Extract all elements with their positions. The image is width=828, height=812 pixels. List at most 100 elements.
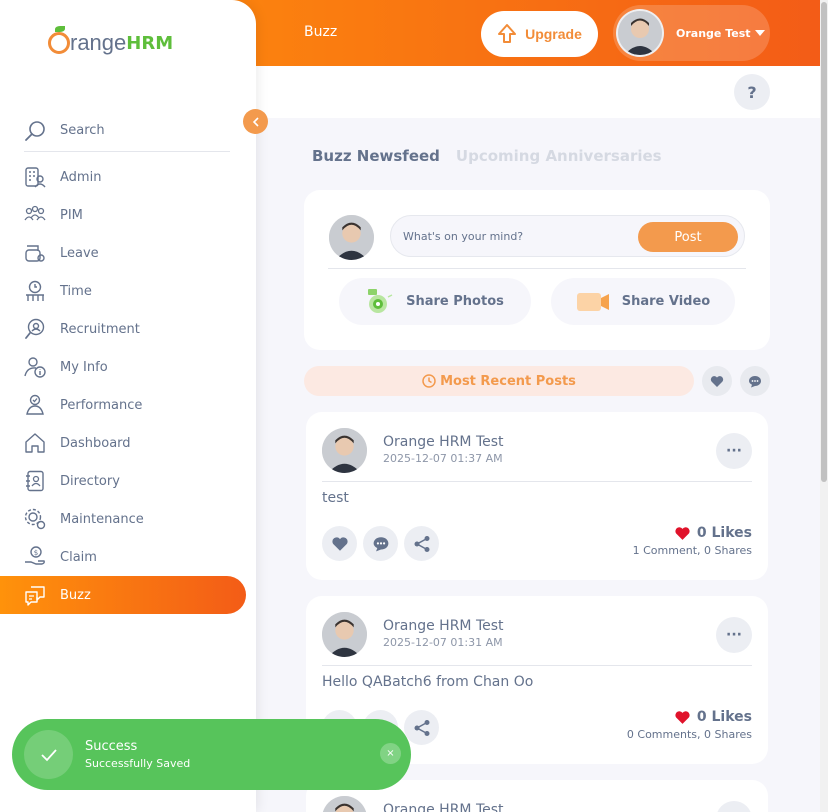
scrollbar-thumb[interactable]: [821, 2, 827, 482]
my-info-icon: [24, 356, 46, 378]
post-counts: 1 Comment, 0 Shares: [632, 544, 752, 557]
post-divider: [322, 665, 752, 666]
sidebar-item-label: Dashboard: [60, 435, 131, 451]
comment-icon: [749, 375, 761, 387]
composer-avatar: [329, 215, 374, 260]
post-options-button[interactable]: ···: [716, 433, 752, 469]
sidebar-search-input[interactable]: [60, 123, 200, 138]
help-button[interactable]: ?: [734, 74, 770, 110]
sidebar-item-dashboard[interactable]: Dashboard: [0, 424, 246, 462]
sidebar-item-label: PIM: [60, 207, 83, 223]
most-recent-posts-button[interactable]: Most Recent Posts: [304, 366, 694, 396]
recruitment-icon: [24, 318, 46, 340]
share-photos-button[interactable]: Share Photos: [339, 278, 531, 325]
clock-icon: [422, 374, 436, 388]
share-video-button[interactable]: Share Video: [551, 278, 735, 325]
comments-count[interactable]: 1 Comment: [633, 544, 697, 557]
post-likes: 0 Likes: [674, 525, 752, 541]
share-button[interactable]: [404, 526, 439, 561]
sidebar-item-claim[interactable]: $ Claim: [0, 538, 246, 576]
dashboard-icon: [24, 432, 46, 454]
user-name: Orange Test: [676, 26, 751, 40]
share-button[interactable]: [404, 710, 439, 745]
post-date: 2025-12-07 01:31 AM: [383, 636, 503, 649]
post-author-avatar[interactable]: [322, 796, 367, 812]
toast-close-button[interactable]: ×: [380, 743, 401, 764]
post-input-wrapper: Post: [390, 215, 745, 257]
shares-count[interactable]: 0 Shares: [704, 544, 752, 557]
comments-count[interactable]: 0 Comments: [627, 728, 697, 741]
post-options-button[interactable]: ···: [716, 617, 752, 653]
post-input[interactable]: [403, 216, 633, 256]
sidebar-item-label: Admin: [60, 169, 102, 185]
sidebar-item-recruitment[interactable]: Recruitment: [0, 310, 246, 348]
sidebar-item-performance[interactable]: Performance: [0, 386, 246, 424]
post-author-name: Orange HRM Test: [383, 802, 504, 812]
check-icon: [24, 730, 73, 779]
sidebar-item-leave[interactable]: Leave: [0, 234, 246, 272]
post-author-name: Orange HRM Test: [383, 618, 504, 634]
sidebar-item-label: Claim: [60, 549, 97, 565]
shares-count[interactable]: 0 Shares: [704, 728, 752, 741]
post-composer: Post Share Photos Share Video: [304, 190, 770, 350]
sidebar-item-maintenance[interactable]: Maintenance: [0, 500, 246, 538]
toast-title: Success: [85, 739, 138, 754]
most-liked-filter-button[interactable]: [702, 366, 732, 396]
maintenance-icon: [24, 508, 46, 530]
post-author-avatar[interactable]: [322, 428, 367, 473]
time-icon: [24, 280, 46, 302]
buzz-tabs: Buzz Newsfeed Upcoming Anniversaries: [312, 147, 662, 165]
upgrade-button[interactable]: Upgrade: [481, 11, 598, 57]
sidebar-collapse-button[interactable]: [243, 109, 268, 134]
comment-button[interactable]: [363, 526, 398, 561]
upgrade-arrow-icon: [498, 24, 517, 43]
sidebar-item-buzz[interactable]: Buzz: [0, 576, 246, 614]
heart-icon: [710, 375, 724, 387]
share-photos-label: Share Photos: [406, 294, 504, 309]
sidebar-item-label: Recruitment: [60, 321, 140, 337]
sidebar-item-pim[interactable]: PIM: [0, 196, 246, 234]
camera-icon: [368, 288, 393, 313]
sidebar-search: [24, 110, 230, 152]
post-author-avatar[interactable]: [322, 612, 367, 657]
like-button[interactable]: [322, 526, 357, 561]
tab-buzz-newsfeed[interactable]: Buzz Newsfeed: [312, 147, 440, 165]
sidebar-item-directory[interactable]: Directory: [0, 462, 246, 500]
post-date: 2025-12-07 01:37 AM: [383, 452, 503, 465]
directory-icon: [24, 470, 46, 492]
upgrade-label: Upgrade: [525, 26, 582, 42]
sidebar-item-label: Leave: [60, 245, 99, 261]
share-icon: [414, 719, 429, 736]
share-video-label: Share Video: [621, 294, 711, 309]
sidebar: rangeHRM Admin PIM Leave Time Recruitmen…: [0, 0, 256, 812]
user-dropdown[interactable]: Orange Test: [613, 5, 770, 61]
post-options-button[interactable]: ···: [716, 801, 752, 812]
most-commented-filter-button[interactable]: [740, 366, 770, 396]
sidebar-item-label: Buzz: [60, 587, 91, 603]
caret-down-icon: [754, 30, 765, 36]
post-divider: [322, 481, 752, 482]
search-icon: [25, 120, 45, 141]
heart-filled-icon: [675, 526, 690, 540]
orangehrm-logo[interactable]: range HRM: [48, 26, 173, 56]
toast-content: Success Successfully Saved: [85, 739, 190, 770]
comment-icon: [373, 536, 388, 551]
tab-upcoming-anniversaries[interactable]: Upcoming Anniversaries: [456, 147, 662, 165]
buzz-icon: [24, 584, 46, 606]
most-recent-label: Most Recent Posts: [440, 373, 576, 389]
pim-icon: [24, 204, 46, 226]
post-button[interactable]: Post: [638, 222, 738, 252]
post-author-name: Orange HRM Test: [383, 434, 504, 450]
likes-count: 0 Likes: [696, 709, 752, 725]
orange-logo-icon: [48, 26, 70, 54]
post-text: test: [322, 490, 349, 506]
sidebar-item-time[interactable]: Time: [0, 272, 246, 310]
heart-filled-icon: [675, 710, 690, 724]
post-text: Hello QABatch6 from Chan Oo: [322, 674, 534, 690]
sidebar-item-admin[interactable]: Admin: [0, 158, 246, 196]
user-avatar: [616, 9, 664, 57]
success-toast: Success Successfully Saved ×: [12, 719, 411, 790]
sidebar-item-my-info[interactable]: My Info: [0, 348, 246, 386]
heart-icon: [331, 536, 348, 551]
sidebar-item-label: Performance: [60, 397, 143, 413]
